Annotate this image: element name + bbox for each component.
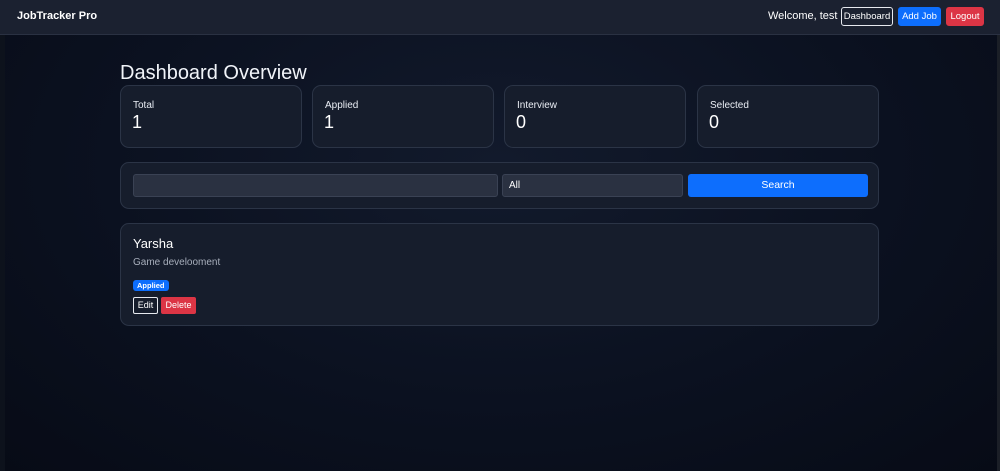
window-frame-left [0,0,5,471]
edit-button[interactable]: Edit [133,297,158,314]
stat-value: 0 [709,112,720,132]
job-role: Game develooment [133,257,221,268]
stat-card-interview: Interview 0 [504,85,686,148]
stat-value: 1 [324,112,335,132]
stat-label: Selected [710,100,749,111]
dashboard-button[interactable]: Dashboard [841,7,893,26]
add-job-button[interactable]: Add Job [898,7,941,26]
page-title: Dashboard Overview [120,62,307,85]
job-card: Yarsha Game develooment Applied Edit Del… [120,223,879,326]
search-panel: All Search [120,162,879,209]
logout-button[interactable]: Logout [946,7,984,26]
search-button[interactable]: Search [688,174,868,197]
stat-label: Total [133,100,155,111]
stat-card-selected: Selected 0 [697,85,879,148]
status-filter-select[interactable]: All [502,174,683,197]
stat-card-applied: Applied 1 [312,85,494,148]
stat-value: 0 [516,112,527,132]
delete-button[interactable]: Delete [161,297,196,314]
job-company: Yarsha [133,236,174,251]
stat-label: Applied [325,100,359,111]
stat-value: 1 [132,112,143,132]
stat-card-total: Total 1 [120,85,302,148]
stat-label: Interview [517,100,558,111]
brand-logo[interactable]: JobTracker Pro [17,10,97,22]
search-input[interactable] [133,174,498,197]
welcome-text: Welcome, test [768,10,838,22]
status-badge: Applied [133,280,169,291]
top-navbar: JobTracker Pro Welcome, test Dashboard A… [0,0,1000,35]
